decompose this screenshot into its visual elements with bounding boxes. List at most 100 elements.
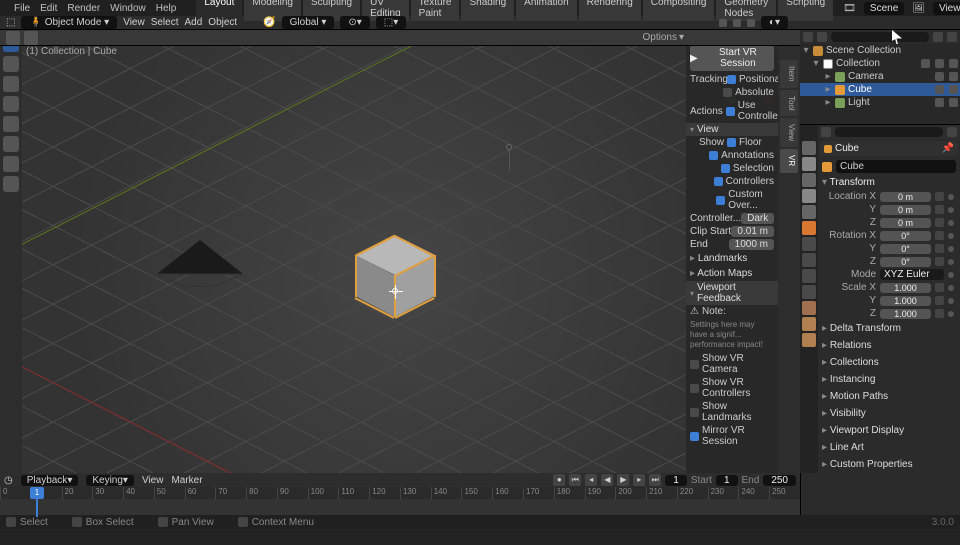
select-mode-icon[interactable] <box>6 31 20 45</box>
collection-visible-toggle[interactable] <box>935 59 944 68</box>
location-x-field[interactable]: 0 m <box>880 192 931 202</box>
properties-editor-type-icon[interactable] <box>821 127 831 137</box>
timeline-editor-type-icon[interactable]: ◷ <box>4 475 13 486</box>
show-landmarks-checkbox[interactable] <box>690 408 699 417</box>
show-annotations-checkbox[interactable] <box>709 151 718 160</box>
select-mode-2-icon[interactable] <box>24 31 38 45</box>
show-controllers-checkbox[interactable] <box>714 177 723 186</box>
xray-toggle[interactable] <box>747 19 755 27</box>
ntab-item[interactable]: Item <box>780 60 798 88</box>
show-selection-checkbox[interactable] <box>721 164 730 173</box>
prev-keyframe-button[interactable]: ◂ <box>585 474 597 486</box>
overlay-toggle[interactable] <box>733 19 741 27</box>
tab-compositing[interactable]: Compositing <box>643 0 715 21</box>
section-instancing[interactable]: Instancing <box>818 371 960 388</box>
tool-scale[interactable] <box>3 116 19 132</box>
tool-move[interactable] <box>3 76 19 92</box>
prop-tab-texture[interactable] <box>802 333 816 347</box>
section-collections[interactable]: Collections <box>818 354 960 371</box>
outliner-new-collection-icon[interactable] <box>947 32 957 42</box>
snap-selector[interactable]: ⬚▾ <box>376 16 406 29</box>
menu-view3d-object[interactable]: Object <box>208 17 237 28</box>
ntab-tool[interactable]: Tool <box>780 90 798 117</box>
ntab-vr[interactable]: VR <box>780 149 798 172</box>
viewport-3d[interactable]: Options▾ User Perspective (1) Collection… <box>0 30 800 473</box>
next-keyframe-button[interactable]: ▸ <box>633 474 645 486</box>
timeline-ruler[interactable]: 0102030405060708090100110120130140150160… <box>0 487 800 499</box>
properties-pin-icon[interactable] <box>947 127 957 137</box>
pivot-selector[interactable]: ⊙▾ <box>340 16 369 29</box>
timeline-track[interactable]: 0102030405060708090100110120130140150160… <box>0 487 800 515</box>
outliner-display-mode[interactable] <box>817 32 827 42</box>
editor-type-icon[interactable]: ⬚ <box>6 17 15 28</box>
lock-scale-y[interactable] <box>935 296 944 305</box>
options-label[interactable]: Options <box>643 32 677 43</box>
prop-tab-physics[interactable] <box>802 269 816 283</box>
outliner-item-light[interactable]: ▸Light <box>800 96 960 109</box>
properties-search[interactable] <box>835 127 943 137</box>
show-floor-checkbox[interactable] <box>727 138 736 147</box>
outliner-editor-type-icon[interactable] <box>803 32 813 42</box>
object-light[interactable] <box>506 144 512 150</box>
tab-texture-paint[interactable]: Texture Paint <box>411 0 460 21</box>
start-vr-session-button[interactable]: ▶Start VR Session <box>690 45 774 71</box>
clip-start-field[interactable]: 0.01 m <box>731 226 774 237</box>
lock-scale-z[interactable] <box>935 309 944 318</box>
tool-rotate[interactable] <box>3 96 19 112</box>
gizmo-toggle[interactable] <box>719 19 727 27</box>
scene-selector[interactable]: Scene <box>864 2 904 15</box>
rotation-x-field[interactable]: 0° <box>880 231 931 241</box>
tool-measure[interactable] <box>3 176 19 192</box>
prop-tab-material[interactable] <box>802 317 816 331</box>
scale-z-field[interactable]: 1.000 <box>880 309 931 319</box>
prop-tab-world[interactable] <box>802 205 816 219</box>
lock-rotation-x[interactable] <box>935 231 944 240</box>
prop-tab-constraints[interactable] <box>802 285 816 299</box>
tab-animation[interactable]: Animation <box>516 0 576 21</box>
lock-scale-x[interactable] <box>935 283 944 292</box>
timeline-playback-menu[interactable]: Playback▾ <box>21 475 79 486</box>
menu-view3d-select[interactable]: Select <box>151 17 179 28</box>
tab-shading[interactable]: Shading <box>461 0 514 21</box>
location-z-field[interactable]: 0 m <box>880 218 931 228</box>
rotation-y-field[interactable]: 0° <box>880 244 931 254</box>
prop-tab-render[interactable] <box>802 141 816 155</box>
scale-x-field[interactable]: 1.000 <box>880 283 931 293</box>
prop-tab-mesh[interactable] <box>802 301 816 315</box>
tool-annotate[interactable] <box>3 156 19 172</box>
section-visibility[interactable]: Visibility <box>818 405 960 422</box>
show-vr-camera-checkbox[interactable] <box>690 360 699 369</box>
timeline-view-menu[interactable]: View <box>142 475 164 486</box>
timeline-marker-menu[interactable]: Marker <box>171 475 202 486</box>
object-camera[interactable] <box>155 238 245 291</box>
timeline-keying-menu[interactable]: Keying▾ <box>86 475 134 486</box>
section-view[interactable]: View <box>686 123 778 136</box>
section-custom-properties[interactable]: Custom Properties <box>818 456 960 473</box>
prop-tab-scene[interactable] <box>802 189 816 203</box>
section-viewport-feedback[interactable]: Viewport Feedback <box>686 281 778 305</box>
tab-rendering[interactable]: Rendering <box>579 0 641 21</box>
collection-exclude-toggle[interactable] <box>921 59 930 68</box>
menu-file[interactable]: File <box>14 3 30 14</box>
collection-render-toggle[interactable] <box>949 59 958 68</box>
show-custom-overlay-checkbox[interactable] <box>716 196 725 205</box>
tool-cursor[interactable] <box>3 56 19 72</box>
section-action-maps[interactable]: Action Maps <box>686 266 778 281</box>
outliner-collection[interactable]: ▾Collection <box>800 57 960 70</box>
playhead[interactable]: 1 <box>30 487 44 499</box>
lock-rotation-y[interactable] <box>935 244 944 253</box>
prop-tab-particles[interactable] <box>802 253 816 267</box>
jump-start-button[interactable]: ⏮ <box>569 474 581 486</box>
orientation-selector[interactable]: Global ▾ <box>282 16 335 29</box>
section-viewport-display[interactable]: Viewport Display <box>818 422 960 439</box>
menu-render[interactable]: Render <box>67 3 100 14</box>
section-relations[interactable]: Relations <box>818 337 960 354</box>
prop-tab-viewlayer[interactable] <box>802 173 816 187</box>
lock-location-y[interactable] <box>935 205 944 214</box>
controller-style-select[interactable]: Dark <box>741 213 774 224</box>
outliner-filter-icon[interactable] <box>933 32 943 42</box>
rotation-z-field[interactable]: 0° <box>880 257 931 267</box>
lock-location-x[interactable] <box>935 192 944 201</box>
play-button[interactable]: ▶ <box>617 474 629 486</box>
outliner-search[interactable] <box>831 32 929 42</box>
